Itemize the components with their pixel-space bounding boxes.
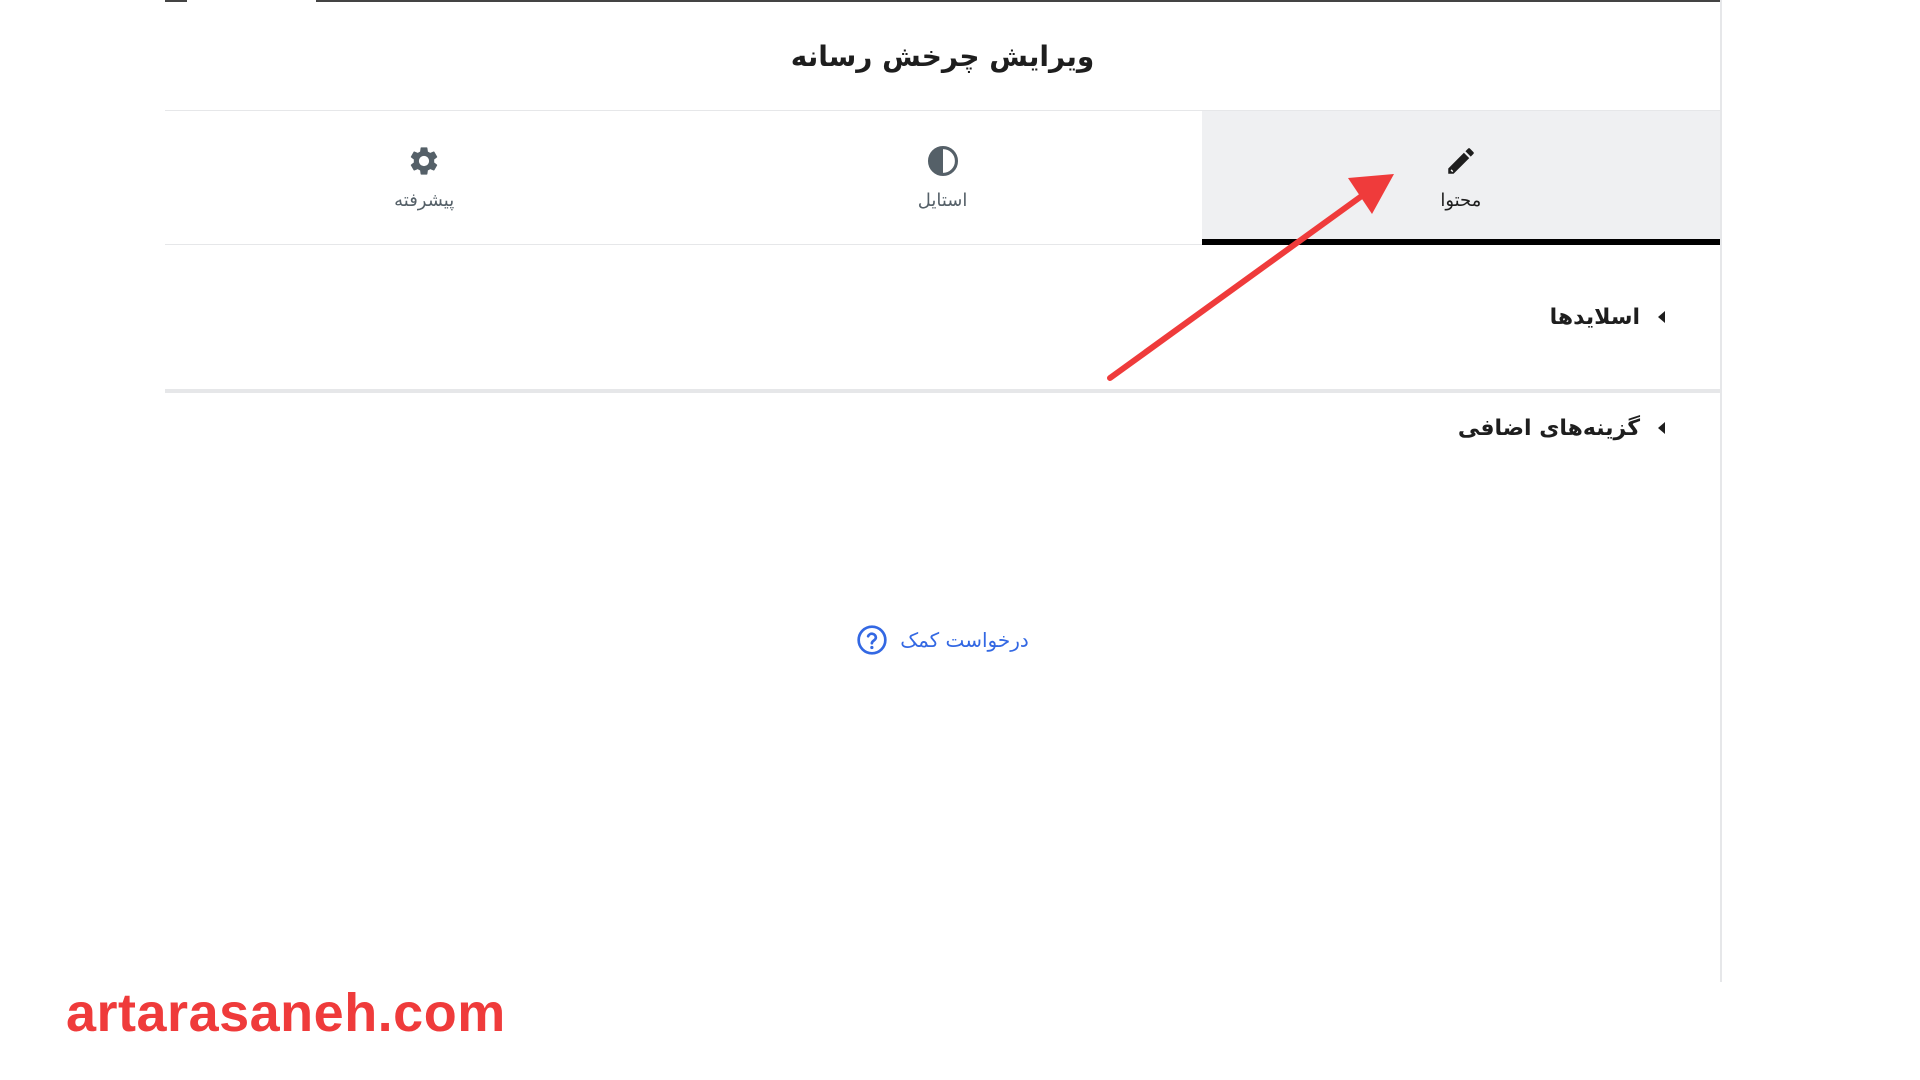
- site-watermark: artarasaneh.com: [66, 983, 506, 1043]
- caret-left-icon: [1658, 422, 1665, 434]
- tab-label: محتوا: [1440, 190, 1482, 211]
- tab-style[interactable]: استایل: [683, 111, 1201, 244]
- question-circle-icon: [857, 625, 887, 655]
- gear-icon: [410, 147, 438, 175]
- section-extra-options-label: گزینه‌های اضافی: [1457, 415, 1640, 441]
- section-slides-toggle[interactable]: اسلایدها: [165, 245, 1720, 393]
- pencil-icon: [1448, 148, 1474, 174]
- editor-tabs: محتوا استایل پیشرفته: [165, 111, 1721, 245]
- section-extra-options-toggle[interactable]: گزینه‌های اضافی: [165, 393, 1720, 463]
- screenshot-stage: ویرایش چرخش رسانه محتوا استایل پیشرفته ا…: [0, 0, 1920, 1080]
- widget-editor-panel: ویرایش چرخش رسانه محتوا استایل پیشرفته ا…: [165, 2, 1721, 982]
- tab-label: پیشرفته: [394, 190, 455, 211]
- panel-right-border: [1720, 0, 1722, 982]
- help-request-label: درخواست کمک: [900, 628, 1029, 652]
- tab-content[interactable]: محتوا: [1201, 111, 1721, 245]
- panel-title: ویرایش چرخش رسانه: [165, 2, 1720, 111]
- section-slides-label: اسلایدها: [1549, 304, 1640, 330]
- help-request-link[interactable]: درخواست کمک: [165, 624, 1720, 656]
- tab-advanced[interactable]: پیشرفته: [165, 111, 683, 244]
- contrast-icon: [927, 145, 958, 177]
- tab-label: استایل: [917, 190, 968, 211]
- caret-left-icon: [1658, 311, 1665, 323]
